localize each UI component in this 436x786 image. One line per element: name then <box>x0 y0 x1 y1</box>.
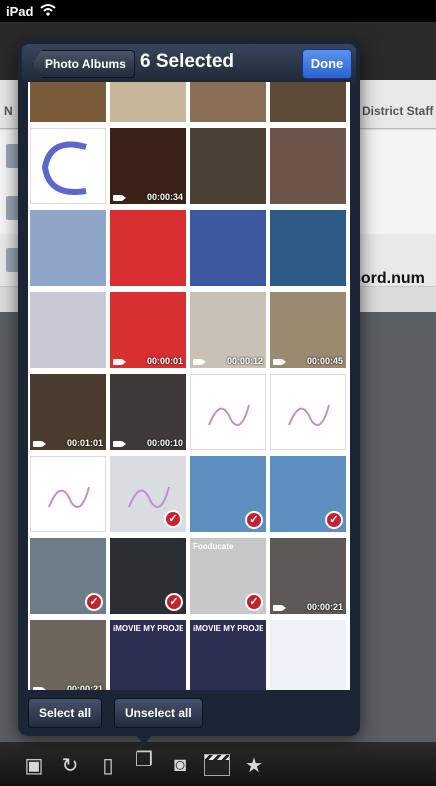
done-button[interactable]: Done <box>302 49 352 79</box>
video-duration: 00:00:21 <box>66 684 103 690</box>
photo-picker-popover: Photo Albums 6 Selected Done 00:00:34 00:… <box>18 40 360 736</box>
thumbnail-caption: Fooducate <box>193 542 234 551</box>
photo-thumbnail[interactable] <box>30 82 106 122</box>
video-thumbnail[interactable]: 00:00:01 <box>110 292 186 368</box>
photo-thumbnail[interactable]: ✓ <box>190 456 266 532</box>
photo-thumbnail[interactable] <box>30 456 106 532</box>
video-duration: 00:00:45 <box>306 356 343 366</box>
video-duration: 00:00:34 <box>146 192 183 202</box>
video-duration: 00:00:10 <box>146 438 183 448</box>
clapper-icon[interactable] <box>204 754 230 776</box>
video-duration: 00:01:01 <box>66 438 103 448</box>
photo-thumbnail[interactable] <box>30 292 106 368</box>
photo-thumbnail[interactable] <box>110 210 186 286</box>
video-camera-icon <box>33 687 46 690</box>
background-record-text: cord.num <box>352 270 425 287</box>
photo-thumbnail[interactable] <box>190 210 266 286</box>
photo-thumbnail[interactable] <box>190 374 266 450</box>
photo-thumbnail[interactable] <box>270 210 346 286</box>
photo-thumbnail[interactable]: ✓ <box>30 538 106 614</box>
selection-count-title: 6 Selected <box>140 51 234 72</box>
selected-checkmark-icon: ✓ <box>325 511 343 529</box>
video-camera-icon <box>33 441 46 447</box>
video-duration: 00:00:12 <box>226 356 263 366</box>
photo-thumbnail[interactable] <box>110 82 186 122</box>
photo-thumbnail[interactable] <box>190 82 266 122</box>
photos-icon[interactable]: ❐ <box>132 748 156 771</box>
carrier-label: iPad <box>6 4 34 19</box>
photo-thumbnail[interactable]: ✓ <box>110 456 186 532</box>
popover-footer: Select all Unselect all <box>22 692 356 732</box>
popover-arrow <box>134 733 154 745</box>
selected-checkmark-icon: ✓ <box>164 510 182 528</box>
photo-thumbnail[interactable]: ✓ <box>110 538 186 614</box>
selected-checkmark-icon: ✓ <box>165 593 183 611</box>
video-thumbnail[interactable]: 00:00:34 <box>110 128 186 204</box>
bottom-toolbar: ▣ ↻ ▯ ❐ ◙ ★ <box>0 742 436 786</box>
select-all-button[interactable]: Select all <box>28 698 103 728</box>
video-thumbnail[interactable]: 00:01:01 <box>30 374 106 450</box>
photo-thumbnail[interactable] <box>270 374 346 450</box>
video-camera-icon <box>113 359 126 365</box>
photo-thumbnail[interactable] <box>270 128 346 204</box>
video-camera-icon <box>273 359 286 365</box>
photo-thumbnail[interactable]: iMOVIE MY PROJECT <box>110 620 186 690</box>
photo-thumbnail[interactable] <box>270 620 346 690</box>
video-camera-icon <box>113 195 126 201</box>
thumbnail-caption: iMOVIE MY PROJECT <box>113 624 183 633</box>
unselect-all-button[interactable]: Unselect all <box>114 698 203 728</box>
video-camera-icon <box>193 359 206 365</box>
drawing-sketch <box>208 404 250 426</box>
column-header-district-staff: District Staff <box>362 104 434 118</box>
photo-grid: 00:00:34 00:00:01 00:00:12 00:00:45 00:01:01… <box>28 82 350 690</box>
status-bar: iPad <box>0 0 436 22</box>
wifi-icon <box>40 3 56 20</box>
drawing-sketch <box>41 141 87 195</box>
photo-thumbnail[interactable] <box>270 82 346 122</box>
photo-thumbnail[interactable] <box>30 210 106 286</box>
photo-thumbnail[interactable]: Fooducate ✓ <box>190 538 266 614</box>
video-thumbnail[interactable]: 00:00:10 <box>110 374 186 450</box>
camera-icon[interactable]: ◙ <box>168 754 192 776</box>
photo-thumbnail[interactable] <box>30 128 106 204</box>
video-camera-icon <box>113 441 126 447</box>
video-camera-icon <box>273 605 286 611</box>
photo-thumbnail[interactable]: iMOVIE MY PROJECT <box>190 620 266 690</box>
video-thumbnail[interactable]: 00:00:45 <box>270 292 346 368</box>
video-thumbnail[interactable]: 00:00:12 <box>190 292 266 368</box>
selected-checkmark-icon: ✓ <box>85 593 103 611</box>
selected-checkmark-icon: ✓ <box>245 511 263 529</box>
star-icon[interactable]: ★ <box>242 754 266 777</box>
photo-albums-back-button[interactable]: Photo Albums <box>32 50 135 78</box>
video-thumbnail[interactable]: 00:00:21 <box>30 620 106 690</box>
document-icon[interactable]: ▯ <box>96 754 120 777</box>
photo-thumbnail[interactable] <box>190 128 266 204</box>
drawing-sketch <box>48 486 90 508</box>
refresh-icon[interactable]: ↻ <box>58 754 82 777</box>
video-thumbnail[interactable]: 00:00:21 <box>270 538 346 614</box>
thumbnail-caption: iMOVIE MY PROJECT <box>193 624 263 633</box>
drawing-sketch <box>288 404 330 426</box>
video-duration: 00:00:01 <box>146 356 183 366</box>
video-duration: 00:00:21 <box>306 602 343 612</box>
photo-thumbnail[interactable]: ✓ <box>270 456 346 532</box>
column-header-1: N <box>4 104 13 118</box>
popover-navbar: Photo Albums 6 Selected Done <box>22 44 356 82</box>
selected-checkmark-icon: ✓ <box>245 593 263 611</box>
albums-icon[interactable]: ▣ <box>22 754 46 777</box>
